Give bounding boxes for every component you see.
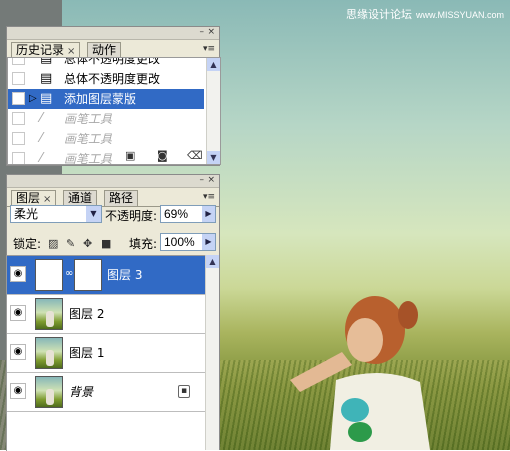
tab-paths[interactable]: 路径 xyxy=(104,190,139,206)
fill-field[interactable]: 100% ▶ xyxy=(160,233,216,251)
history-source-checkbox[interactable] xyxy=(12,72,25,85)
layer-row[interactable]: ◉ 图层 1 xyxy=(7,334,206,373)
layers-panel-titlebar[interactable]: – × xyxy=(7,175,219,188)
layer-name: 图层 3 xyxy=(107,268,143,282)
layers-scrollbar[interactable]: ▲ xyxy=(205,255,219,450)
watermark-text: 思缘设计论坛 xyxy=(345,8,412,21)
history-state-icon: ▤ xyxy=(40,91,53,106)
scroll-up-icon[interactable]: ▲ xyxy=(206,255,219,268)
layer-thumbnail[interactable] xyxy=(35,259,63,291)
brush-icon: ⁄ xyxy=(40,111,43,126)
layer-thumbnail[interactable] xyxy=(35,298,63,330)
history-item-label: 总体不透明度更改 xyxy=(64,57,161,66)
trash-icon[interactable]: ⌫ xyxy=(187,149,203,162)
scroll-up-icon[interactable]: ▲ xyxy=(207,58,220,71)
fill-slider-arrow-icon[interactable]: ▶ xyxy=(202,234,215,250)
tab-paths-label: 路径 xyxy=(109,191,134,205)
layer-row[interactable]: ◉ 背景 ▪ xyxy=(7,373,206,412)
opacity-label: 不透明度: xyxy=(105,209,158,223)
fill-value: 100% xyxy=(164,235,195,249)
watermark: 思缘设计论坛 www.MISSYUAN.com xyxy=(346,6,504,22)
history-item-label: 添加图层蒙版 xyxy=(64,92,137,106)
panel-minimize-icon[interactable]: – xyxy=(200,27,205,38)
layer-name: 图层 2 xyxy=(69,307,105,321)
history-source-checkbox[interactable] xyxy=(12,92,25,105)
eye-visibility-icon[interactable]: ◉ xyxy=(10,344,26,360)
lock-transparent-pixels-icon[interactable]: ▨ xyxy=(48,237,58,250)
history-item-label: 画笔工具 xyxy=(64,112,113,126)
panel-menu-icon[interactable]: ▾≡ xyxy=(203,192,215,202)
history-item[interactable]: ⁄ 画笔工具 xyxy=(8,129,204,149)
history-item[interactable]: ⁄ 画笔工具 xyxy=(8,109,204,129)
tab-actions[interactable]: 动作 xyxy=(87,42,122,58)
tab-close-icon[interactable]: × xyxy=(43,194,51,205)
history-item-label: 画笔工具 xyxy=(64,132,113,146)
opacity-slider-arrow-icon[interactable]: ▶ xyxy=(202,206,215,222)
tab-channels[interactable]: 通道 xyxy=(63,190,98,206)
history-source-checkbox[interactable] xyxy=(12,58,25,65)
layer-row-selected[interactable]: ◉ ∞ 图层 3 xyxy=(7,256,206,295)
history-panel: – × 历史记录 × 动作 ▾≡ ▤ 总体不透明度更改 ▤ 总体不透明度更改 ▷ … xyxy=(6,26,221,166)
layer-name: 背景 xyxy=(69,385,94,399)
history-source-checkbox[interactable] xyxy=(12,112,25,125)
lock-icon: ▪ xyxy=(178,385,190,398)
layer-thumbnail[interactable] xyxy=(35,376,63,408)
blend-mode-select[interactable]: 柔光 ▼ xyxy=(10,205,102,223)
eye-visibility-icon[interactable]: ◉ xyxy=(10,383,26,399)
new-document-icon[interactable]: ▣ xyxy=(125,149,135,162)
history-state-icon: ▤ xyxy=(40,71,53,86)
layer-row[interactable]: ◉ 图层 2 xyxy=(7,295,206,334)
lock-label: 锁定: xyxy=(13,237,42,251)
tab-history-label: 历史记录 xyxy=(16,43,65,57)
panel-close-icon[interactable]: × xyxy=(207,175,215,186)
panel-menu-icon[interactable]: ▾≡ xyxy=(203,44,215,54)
tab-close-icon[interactable]: × xyxy=(67,46,75,57)
eye-visibility-icon[interactable]: ◉ xyxy=(10,305,26,321)
eye-visibility-icon[interactable]: ◉ xyxy=(10,266,26,282)
camera-snapshot-icon[interactable]: ◙ xyxy=(157,149,168,162)
watermark-url: www.MISSYUAN.com xyxy=(415,10,504,20)
layer-thumbnail[interactable] xyxy=(35,337,63,369)
opacity-value: 69% xyxy=(164,207,189,221)
brush-icon: ⁄ xyxy=(40,131,43,146)
tab-actions-label: 动作 xyxy=(92,43,117,57)
history-item-label: 总体不透明度更改 xyxy=(64,72,161,86)
tab-layers-label: 图层 xyxy=(16,191,41,205)
panel-close-icon[interactable]: × xyxy=(207,27,215,38)
lock-image-pixels-icon[interactable]: ✎ xyxy=(66,237,75,250)
history-item[interactable]: ▤ 总体不透明度更改 xyxy=(8,57,204,69)
history-item-selected[interactable]: ▷ ▤ 添加图层蒙版 xyxy=(8,89,204,109)
fill-label: 填充: xyxy=(129,237,158,251)
history-item[interactable]: ▤ 总体不透明度更改 xyxy=(8,69,204,89)
layers-list[interactable]: ◉ ∞ 图层 3 ◉ 图层 2 ◉ 图层 1 ◉ 背景 ▪ xyxy=(6,255,206,451)
history-state-slider-icon[interactable]: ▷ xyxy=(29,93,37,105)
history-panel-titlebar[interactable]: – × xyxy=(7,27,219,40)
lock-position-icon[interactable]: ✥ xyxy=(83,237,92,250)
history-footer: ▣ ◙ ⌫ xyxy=(7,147,219,165)
panel-minimize-icon[interactable]: – xyxy=(200,175,205,186)
layer-name: 图层 1 xyxy=(69,346,105,360)
opacity-field[interactable]: 69% ▶ xyxy=(160,205,216,223)
layer-mask-thumbnail[interactable] xyxy=(74,259,102,291)
lock-all-icon[interactable]: ■ xyxy=(101,237,111,250)
chevron-down-icon[interactable]: ▼ xyxy=(86,206,101,222)
history-state-icon: ▤ xyxy=(40,57,53,66)
tab-channels-label: 通道 xyxy=(68,191,93,205)
history-source-checkbox[interactable] xyxy=(12,132,25,145)
blend-mode-value: 柔光 xyxy=(14,207,39,221)
link-chain-icon[interactable]: ∞ xyxy=(65,268,73,279)
